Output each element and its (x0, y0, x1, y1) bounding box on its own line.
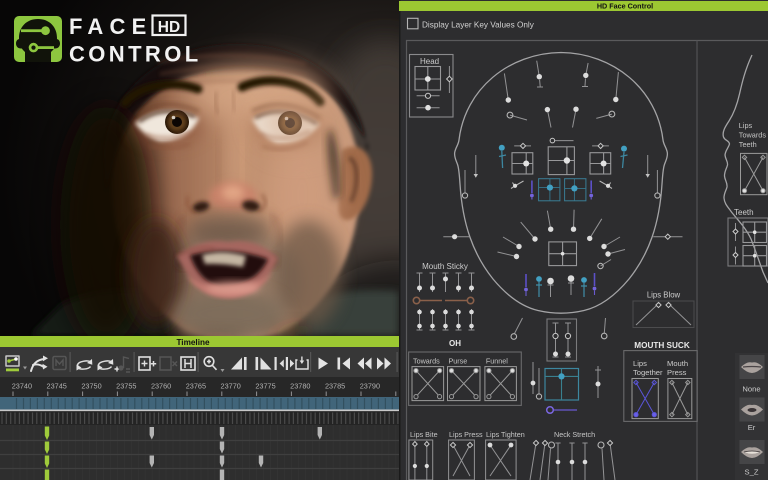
svg-text:CONTROL: CONTROL (69, 42, 202, 67)
svg-text:23790: 23790 (360, 382, 380, 391)
svg-text:Together: Together (633, 368, 663, 377)
svg-text:Mouth: Mouth (667, 359, 688, 368)
svg-text:Towards: Towards (739, 131, 767, 140)
svg-text:Timeline: Timeline (176, 338, 210, 347)
svg-text:23740: 23740 (12, 382, 32, 391)
svg-text:S_Z: S_Z (745, 468, 759, 477)
svg-text:Press: Press (667, 368, 687, 377)
svg-text:HD: HD (158, 19, 180, 36)
svg-text:Lips Tighten: Lips Tighten (486, 430, 525, 439)
svg-text:Lips Bite: Lips Bite (410, 430, 438, 439)
svg-text:Lips: Lips (633, 359, 647, 368)
svg-text:HD Face Control: HD Face Control (597, 2, 653, 11)
svg-text:23745: 23745 (47, 382, 67, 391)
svg-text:Neck Stretch: Neck Stretch (554, 430, 595, 439)
svg-text:Towards: Towards (413, 357, 440, 366)
svg-text:Lips Blow: Lips Blow (647, 291, 681, 300)
svg-text:MOUTH SUCK: MOUTH SUCK (634, 341, 690, 350)
svg-text:Funnel: Funnel (486, 357, 508, 366)
svg-text:23760: 23760 (151, 382, 171, 391)
svg-text:23755: 23755 (116, 382, 136, 391)
svg-text:Teeth: Teeth (739, 140, 757, 149)
svg-text:Head: Head (420, 57, 439, 66)
svg-text:FACE: FACE (69, 14, 152, 39)
svg-text:23785: 23785 (325, 382, 345, 391)
svg-text:23765: 23765 (186, 382, 206, 391)
svg-text:Teeth: Teeth (734, 208, 754, 217)
svg-text:OH: OH (449, 339, 461, 348)
svg-text:Er: Er (748, 423, 756, 432)
svg-text:Mouth Sticky: Mouth Sticky (422, 262, 468, 271)
svg-text:Lips Press: Lips Press (449, 430, 483, 439)
svg-text:23770: 23770 (221, 382, 241, 391)
svg-text:23750: 23750 (81, 382, 101, 391)
svg-text:None: None (742, 385, 760, 394)
svg-text:23775: 23775 (255, 382, 275, 391)
svg-text:Display Layer Key Values Only: Display Layer Key Values Only (422, 20, 535, 29)
svg-text:Lips: Lips (739, 121, 753, 130)
svg-text:Purse: Purse (449, 357, 468, 366)
svg-text:23780: 23780 (290, 382, 310, 391)
